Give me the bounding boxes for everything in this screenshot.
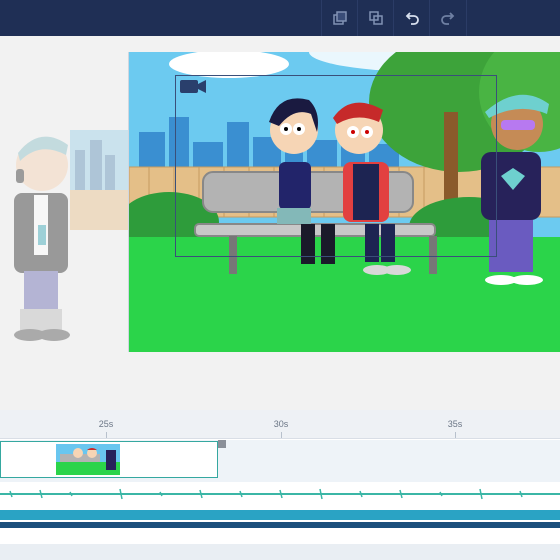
timeline-panel: 25s 30s 35s: [0, 410, 560, 560]
redo-icon: [441, 12, 455, 25]
audio-waveform[interactable]: [0, 483, 560, 505]
clip-end-handle[interactable]: [218, 440, 226, 448]
copy-layer-button[interactable]: [321, 0, 358, 36]
copy-layer-icon: [333, 11, 347, 25]
top-toolbar: [0, 0, 560, 36]
time-ruler[interactable]: 25s 30s 35s: [0, 410, 560, 439]
timeline-scrub-bar[interactable]: [0, 510, 560, 520]
offstage-character[interactable]: [0, 95, 128, 345]
tick-label-25s: 25s: [98, 419, 114, 429]
scene-thumbnail: [56, 444, 120, 475]
timeline-progress-bar: [0, 522, 560, 528]
duplicate-button[interactable]: [357, 0, 394, 36]
tick-label-35s: 35s: [447, 419, 463, 429]
duplicate-icon: [369, 11, 383, 25]
timeline-footer: [0, 544, 560, 560]
camera-icon[interactable]: [178, 76, 208, 96]
camera-frame[interactable]: [175, 75, 497, 257]
tick-label-30s: 30s: [273, 419, 289, 429]
redo-button[interactable]: [429, 0, 467, 36]
scene-clip[interactable]: [0, 441, 218, 478]
undo-button[interactable]: [393, 0, 430, 36]
undo-icon: [405, 12, 419, 25]
